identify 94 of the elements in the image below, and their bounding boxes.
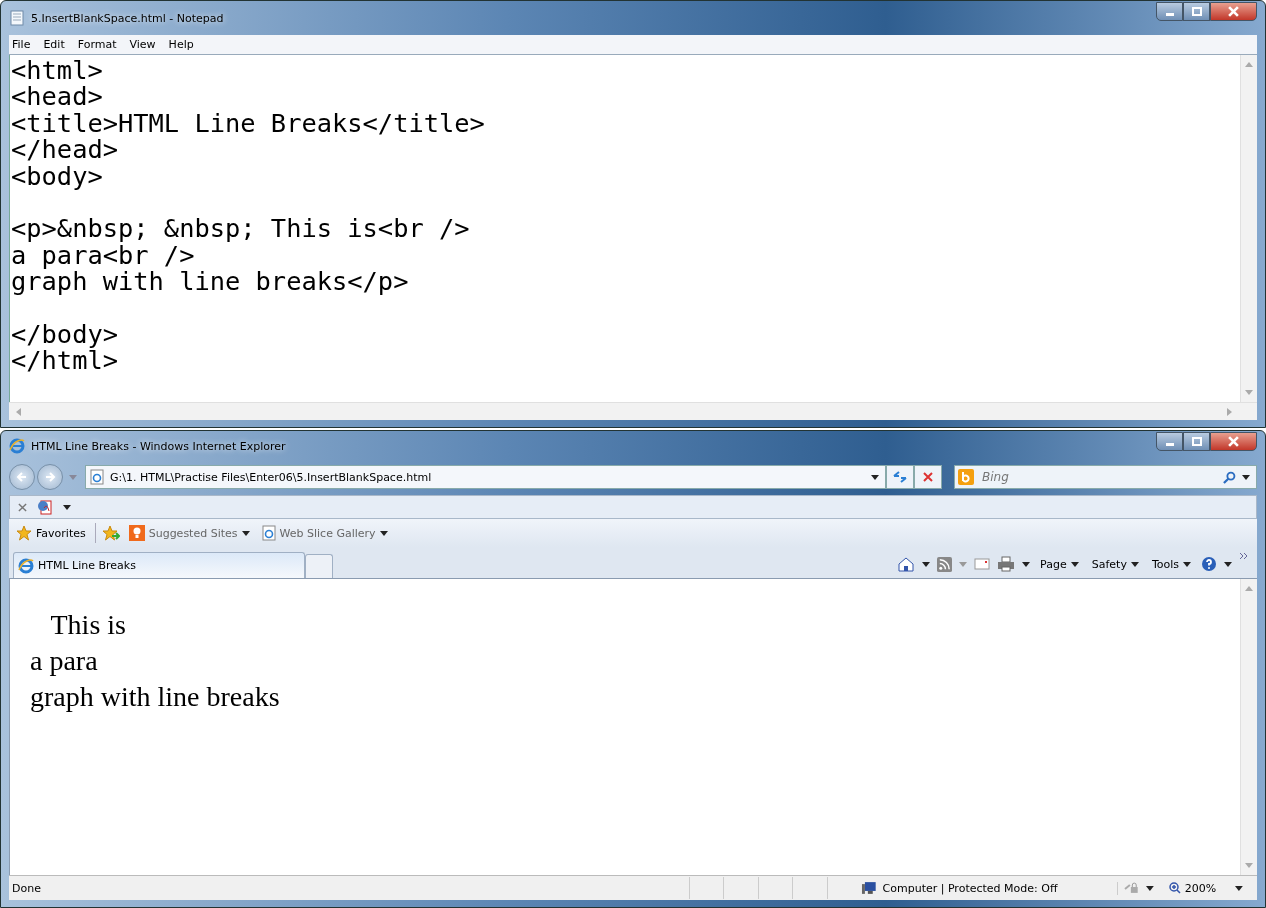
vertical-scrollbar[interactable] (1240, 55, 1257, 402)
refresh-button[interactable] (886, 465, 914, 489)
code-line: <body> (11, 162, 103, 190)
horizontal-scrollbar[interactable] (9, 402, 1257, 420)
page-text-line: graph with line breaks (30, 680, 280, 714)
caret-icon[interactable] (1242, 474, 1250, 480)
close-icon (1228, 436, 1239, 447)
close-icon (1228, 6, 1239, 17)
caret-icon[interactable] (922, 561, 931, 567)
code-line: <html> (11, 57, 103, 84)
browser-tab[interactable]: HTML Line Breaks (13, 552, 305, 578)
command-menu[interactable]: Tools (1148, 557, 1194, 571)
menu-item[interactable]: File (12, 38, 31, 51)
window-title: HTML Line Breaks - Windows Internet Explorer (31, 439, 286, 453)
minimize-icon (1165, 443, 1174, 446)
page-icon (261, 525, 276, 541)
forward-arrow-icon (44, 471, 56, 483)
minimize-button[interactable] (1156, 432, 1183, 451)
stop-button[interactable] (914, 465, 942, 489)
page-text-line: This is (49, 608, 126, 642)
caret-icon (1183, 561, 1191, 567)
menu-item[interactable]: Format (77, 38, 117, 51)
minimize-button[interactable] (1156, 2, 1183, 21)
search-bar[interactable]: Bing (954, 465, 1257, 489)
scroll-down-icon (1245, 863, 1253, 869)
star-icon (16, 525, 32, 541)
maximize-icon (1191, 6, 1202, 17)
code-line: </head> (11, 136, 118, 163)
add-favorite-icon[interactable] (101, 525, 120, 541)
caret-icon[interactable] (1022, 561, 1031, 567)
browser-logo-icon (18, 557, 34, 574)
caret-icon (871, 474, 879, 480)
computer-icon (860, 881, 877, 895)
caret-icon (241, 530, 250, 536)
favorites-link[interactable]: Suggested Sites (125, 525, 253, 541)
maximize-button[interactable] (1183, 432, 1210, 451)
menu-item[interactable]: View (129, 38, 156, 51)
browser-logo-icon (9, 438, 25, 454)
command-menu[interactable]: Safety (1088, 557, 1142, 571)
scroll-up-icon (1245, 585, 1253, 591)
search-icon[interactable] (1223, 470, 1236, 484)
code-line: <title>HTML Line Breaks</title> (11, 109, 485, 137)
maximize-icon (1191, 436, 1202, 447)
page-icon (90, 469, 104, 485)
page-text-line: a para (30, 644, 98, 678)
back-button[interactable] (9, 464, 35, 490)
close-icon[interactable] (18, 502, 27, 512)
caret-icon[interactable] (1235, 885, 1244, 891)
caret-icon[interactable] (1224, 561, 1232, 567)
caret-icon (1070, 561, 1079, 567)
favorites-link[interactable]: Web Slice Gallery (258, 525, 391, 541)
printer-icon[interactable] (997, 556, 1016, 572)
back-arrow-icon (16, 471, 28, 483)
zoom-button[interactable]: 200% (1165, 881, 1220, 895)
code-line: <p>&nbsp; &nbsp; This is<br /> (11, 215, 470, 242)
notepad-icon (9, 10, 25, 26)
magnifier-icon (1168, 882, 1181, 894)
code-line: <head> (11, 83, 103, 110)
scroll-down-icon (1245, 390, 1253, 396)
search-provider-icon (958, 469, 974, 485)
caret-icon[interactable] (1145, 885, 1154, 891)
scroll-right-icon (1227, 407, 1233, 416)
caret-icon (379, 530, 388, 536)
forward-button[interactable] (37, 464, 63, 490)
vertical-scrollbar[interactable] (1240, 579, 1257, 875)
scroll-up-icon (1245, 61, 1253, 67)
scroll-left-icon (15, 407, 21, 416)
feed-icon[interactable] (937, 556, 953, 572)
window-title: 5.InsertBlankSpace.html - Notepad (31, 11, 224, 25)
code-line: graph with line breaks</p> (11, 268, 409, 295)
refresh-arrows-icon (893, 471, 907, 483)
minimize-icon (1165, 13, 1174, 16)
home-icon[interactable] (897, 556, 916, 572)
caret-icon[interactable] (63, 504, 71, 510)
caret-icon (1130, 561, 1139, 567)
status-text: Done (11, 881, 42, 895)
close-button[interactable] (1210, 432, 1257, 451)
menu-item[interactable]: Edit (43, 38, 65, 51)
help-icon[interactable] (1201, 556, 1217, 572)
lightbulb-icon (128, 525, 145, 541)
code-line: </body> (11, 321, 118, 348)
command-menu[interactable]: Page (1037, 557, 1082, 571)
code-line: a para<br /> (11, 241, 195, 269)
address-bar[interactable]: G:\1. HTML\Practise Files\Enter06\5.InsertBlankSpace.html (85, 465, 886, 489)
document-icon[interactable] (37, 499, 53, 515)
search-input[interactable]: Bing (980, 469, 1217, 485)
maximize-button[interactable] (1183, 2, 1210, 21)
favorites-button[interactable]: Favorites (13, 525, 89, 541)
close-button[interactable] (1210, 2, 1257, 21)
menu-item[interactable]: Help (168, 38, 194, 51)
chevron-icon[interactable] (1239, 552, 1249, 560)
security-zone-text: Computer | Protected Mode: Off (882, 881, 1119, 895)
stop-x-icon (923, 472, 933, 482)
code-line: </html> (11, 347, 118, 374)
